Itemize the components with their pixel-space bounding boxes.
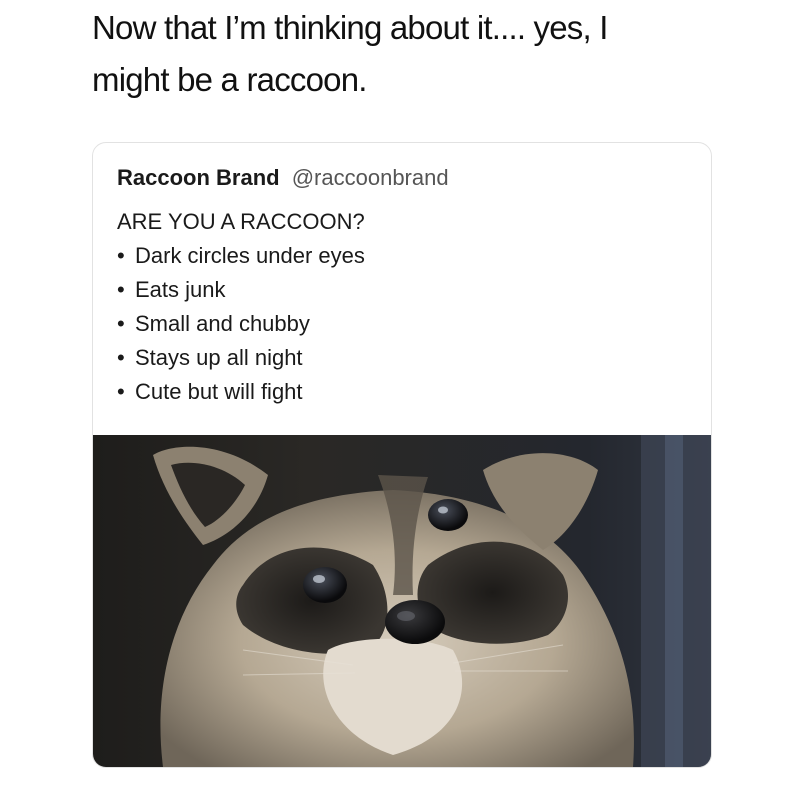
tweet-text: ARE YOU A RACCOON? • Dark circles under e… — [117, 205, 365, 409]
list-item: • Dark circles under eyes — [117, 239, 365, 273]
nose — [385, 600, 445, 644]
author-handle[interactable]: @raccoonbrand — [292, 165, 449, 190]
list-item-text: Eats junk — [135, 277, 226, 302]
list-item: • Cute but will fight — [117, 375, 365, 409]
background-post-highlight — [665, 435, 683, 767]
list-item-text: Dark circles under eyes — [135, 243, 365, 268]
list-item: • Small and chubby — [117, 307, 365, 341]
list-item-text: Stays up all night — [135, 345, 303, 370]
left-eye-highlight — [313, 575, 325, 583]
tweet-header: Raccoon Brand @raccoonbrand — [117, 163, 449, 193]
list-item-text: Cute but will fight — [135, 379, 303, 404]
bullet-icon: • — [117, 277, 125, 302]
raccoon-illustration — [93, 435, 711, 767]
left-eye — [303, 567, 347, 603]
tweet-card: Raccoon Brand @raccoonbrand ARE YOU A RA… — [92, 142, 712, 768]
bullet-icon: • — [117, 345, 125, 370]
raccoon-photo[interactable] — [93, 435, 711, 767]
tweet-heading: ARE YOU A RACCOON? — [117, 209, 365, 234]
caption-line-2: might be a raccoon. — [92, 61, 367, 98]
list-item: • Stays up all night — [117, 341, 365, 375]
list-item-text: Small and chubby — [135, 311, 310, 336]
bullet-icon: • — [117, 243, 125, 268]
nose-highlight — [397, 611, 415, 621]
right-eye — [428, 499, 468, 531]
checklist: • Dark circles under eyes • Eats junk • Sma… — [117, 239, 365, 409]
author-name[interactable]: Raccoon Brand — [117, 165, 280, 190]
right-eye-highlight — [438, 506, 448, 514]
caption-line-1: Now that I’m thinking about it.... yes, … — [92, 9, 608, 46]
meme-caption: Now that I’m thinking about it.... yes, … — [92, 2, 752, 106]
list-item: • Eats junk — [117, 273, 365, 307]
bullet-icon: • — [117, 311, 125, 336]
bullet-icon: • — [117, 379, 125, 404]
